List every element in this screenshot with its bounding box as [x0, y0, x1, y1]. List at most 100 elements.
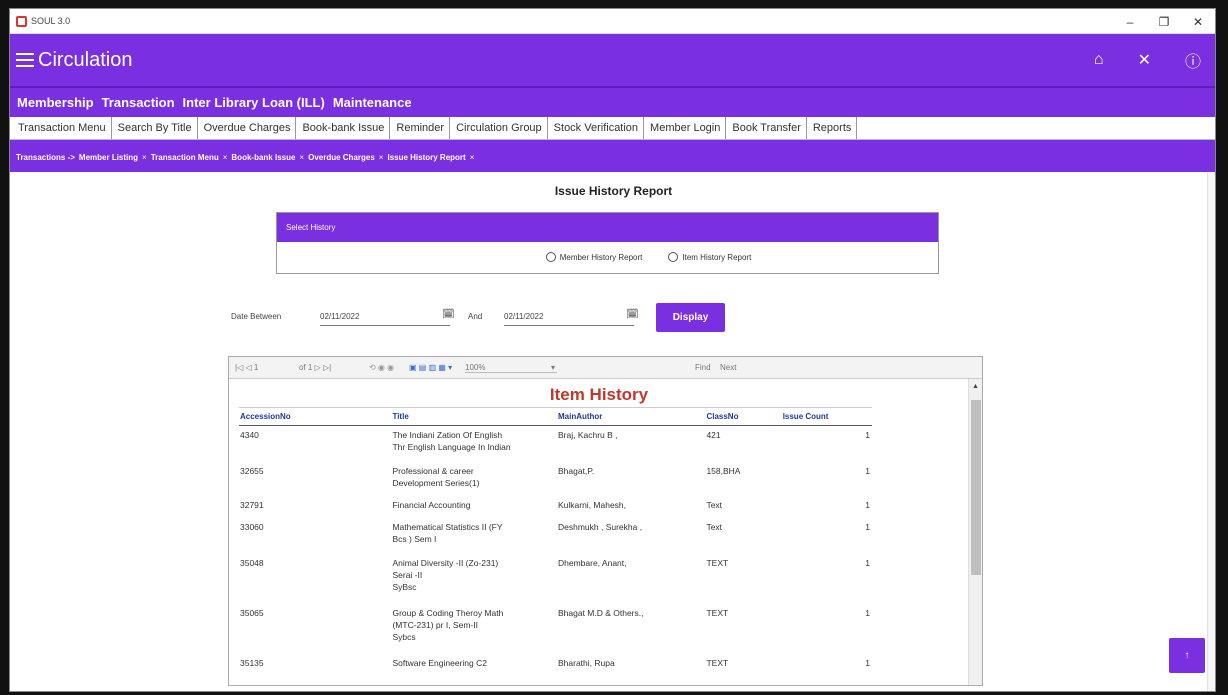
menu-membership[interactable]: Membership [17, 95, 94, 110]
minimize-button[interactable]: – [1113, 9, 1147, 34]
app-logo-icon [16, 15, 27, 27]
cell-class: Text [706, 521, 723, 532]
cell-title: Professional & career Development Series(… [391, 462, 557, 496]
report-viewer-toolbar: |◁ ◁ 1 of 1 ▷ ▷| ⟲ ◉ ◉ ▣ ▤ ▥ ▦ ▾ 100% ▾ … [229, 357, 982, 379]
breadcrumb-issue-history-report[interactable]: Issue History Report [387, 153, 465, 162]
close-icon[interactable]: ✕ [1138, 50, 1151, 70]
home-icon[interactable]: ⌂ [1094, 51, 1104, 69]
breadcrumb: Transactions -> Member Listing × Transac… [10, 140, 1215, 174]
table-row: 32791 Financial Accounting Kulkarni, Mah… [239, 496, 872, 518]
page-nav-first-prev[interactable]: |◁ ◁ 1 [235, 363, 258, 372]
cell-count: 1 [865, 657, 870, 668]
cell-title: Mathematical Statistics II (FY Bcs ) Sem … [391, 518, 557, 554]
breadcrumb-transactions[interactable]: Transactions -> [16, 153, 75, 162]
breadcrumb-close-icon[interactable]: × [223, 153, 228, 162]
report-scroll-thumb[interactable] [971, 400, 981, 575]
report-scrollbar[interactable]: ▲ [968, 379, 982, 685]
breadcrumb-close-icon[interactable]: × [299, 153, 304, 162]
window-controls: – ❐ ✕ [1113, 9, 1215, 34]
cell-title: Financial Accounting [392, 499, 471, 510]
tab-search-by-title[interactable]: Search By Title [112, 117, 198, 139]
col-main-author: MainAuthor [556, 407, 706, 426]
cell-count: 1 [865, 499, 870, 510]
item-history-label: Item History Report [682, 252, 752, 262]
cell-author: Dhembare, Anant, [557, 557, 627, 568]
calendar-icon[interactable]: 🗓 [626, 309, 639, 320]
maximize-button[interactable]: ❐ [1147, 9, 1181, 34]
cell-count: 1 [865, 521, 870, 532]
title-line: Serai -II [392, 569, 423, 580]
zoom-select[interactable]: 100% [465, 363, 557, 373]
title-line: Sybcs [392, 631, 416, 642]
breadcrumb-member-listing[interactable]: Member Listing [79, 153, 138, 162]
cell-title: Group & Coding Theroy Math (MTC-231) pr I… [391, 604, 557, 654]
item-history-radio[interactable]: Item History Report [668, 252, 751, 262]
module-menu: Membership Transaction Inter Library Loa… [10, 88, 1215, 117]
page-of-next-last[interactable]: of 1 ▷ ▷| [299, 363, 331, 372]
calendar-icon[interactable]: 🗓 [442, 309, 455, 320]
header-actions: ⌂ ✕ ⓘ [1094, 34, 1201, 86]
cell-count: 1 [865, 607, 870, 618]
title-line: Thr English Language In Indian [392, 442, 511, 452]
tab-book-bank-issue[interactable]: Book-bank Issue [296, 117, 391, 139]
zoom-dropdown-icon[interactable]: ▾ [551, 363, 555, 372]
tab-reminder[interactable]: Reminder [390, 117, 451, 139]
radio-circle-icon[interactable] [668, 252, 679, 262]
cell-count: 1 [865, 557, 870, 568]
cell-author: Braj, Kachru B , [557, 430, 618, 440]
cell-class: 158,BHA [706, 465, 741, 476]
cell-author: Deshmukh , Surekha , [557, 521, 643, 532]
menu-transaction[interactable]: Transaction [102, 95, 175, 110]
next-link[interactable]: Next [720, 363, 736, 372]
refresh-icon[interactable]: ⟲ ◉ ◉ [369, 363, 394, 372]
menu-ill[interactable]: Inter Library Loan (ILL) [183, 95, 325, 110]
table-row: 35135 Software Engineering C2 Bharathi, … [239, 654, 872, 674]
menu-maintenance[interactable]: Maintenance [333, 95, 412, 110]
display-button[interactable]: Display [656, 303, 725, 332]
breadcrumb-book-bank-issue[interactable]: Book-bank Issue [231, 153, 295, 162]
cell-accession: 32791 [240, 499, 264, 510]
help-icon[interactable]: ⓘ [1185, 48, 1201, 72]
member-history-radio[interactable]: Member History Report [545, 252, 643, 262]
cell-count: 1 [865, 465, 870, 476]
table-row: 33060 Mathematical Statistics II (FY Bcs … [239, 518, 872, 554]
breadcrumb-close-icon[interactable]: × [142, 153, 147, 162]
tab-overdue-charges[interactable]: Overdue Charges [198, 117, 297, 139]
tab-reports[interactable]: Reports [807, 117, 858, 139]
page-scrollbar[interactable] [1207, 172, 1215, 691]
table-row: 4340 The Indiani Zation Of English Thr En… [239, 426, 872, 462]
breadcrumb-overdue-charges[interactable]: Overdue Charges [308, 153, 375, 162]
cell-author: Bharathi, Rupa [557, 657, 615, 668]
cell-accession: 32655 [240, 465, 264, 476]
breadcrumb-close-icon[interactable]: × [470, 153, 475, 162]
report-heading: Item History [549, 385, 649, 404]
title-line: Animal Diversity -II (Zo-231) [392, 557, 499, 568]
app-header: Circulation ⌂ ✕ ⓘ [10, 34, 1215, 86]
screen-frame: SOUL 3.0 – ❐ ✕ Circulation ⌂ ✕ ⓘ Members… [0, 0, 1228, 695]
member-history-label: Member History Report [559, 252, 643, 262]
find-link[interactable]: Find [695, 363, 711, 372]
scroll-to-top-button[interactable]: ↑ [1169, 638, 1205, 673]
tab-member-login[interactable]: Member Login [644, 117, 727, 139]
from-date-input[interactable]: 02/11/2022 [320, 308, 450, 326]
tab-stock-verification[interactable]: Stock Verification [548, 117, 645, 139]
tab-transaction-menu[interactable]: Transaction Menu [12, 117, 112, 139]
export-icons[interactable]: ▣ ▤ ▥ ▦ ▾ [409, 363, 452, 372]
scroll-up-arrow-icon[interactable]: ▲ [972, 383, 979, 390]
cell-class: 421 [706, 430, 721, 440]
tab-circulation-group[interactable]: Circulation Group [450, 117, 548, 139]
breadcrumb-close-icon[interactable]: × [379, 153, 384, 162]
breadcrumb-transaction-menu[interactable]: Transaction Menu [151, 153, 219, 162]
window-titlebar: SOUL 3.0 – ❐ ✕ [10, 9, 1215, 34]
radio-circle-icon[interactable] [545, 252, 556, 262]
to-date-input[interactable]: 02/11/2022 [504, 308, 634, 326]
hamburger-menu-icon[interactable] [16, 49, 34, 71]
module-title: Circulation [38, 48, 133, 71]
cell-author: Kulkarni, Mahesh, [557, 499, 627, 510]
close-window-button[interactable]: ✕ [1181, 9, 1215, 34]
table-row: 35048 Animal Diversity -II (Zo-231) Serai… [239, 554, 872, 604]
tab-book-transfer[interactable]: Book Transfer [726, 117, 807, 139]
cell-class: Text [706, 499, 723, 510]
col-accession-no: AccessionNo [239, 407, 392, 426]
submenu-tabs: Transaction Menu Search By Title Overdue… [10, 117, 1215, 140]
